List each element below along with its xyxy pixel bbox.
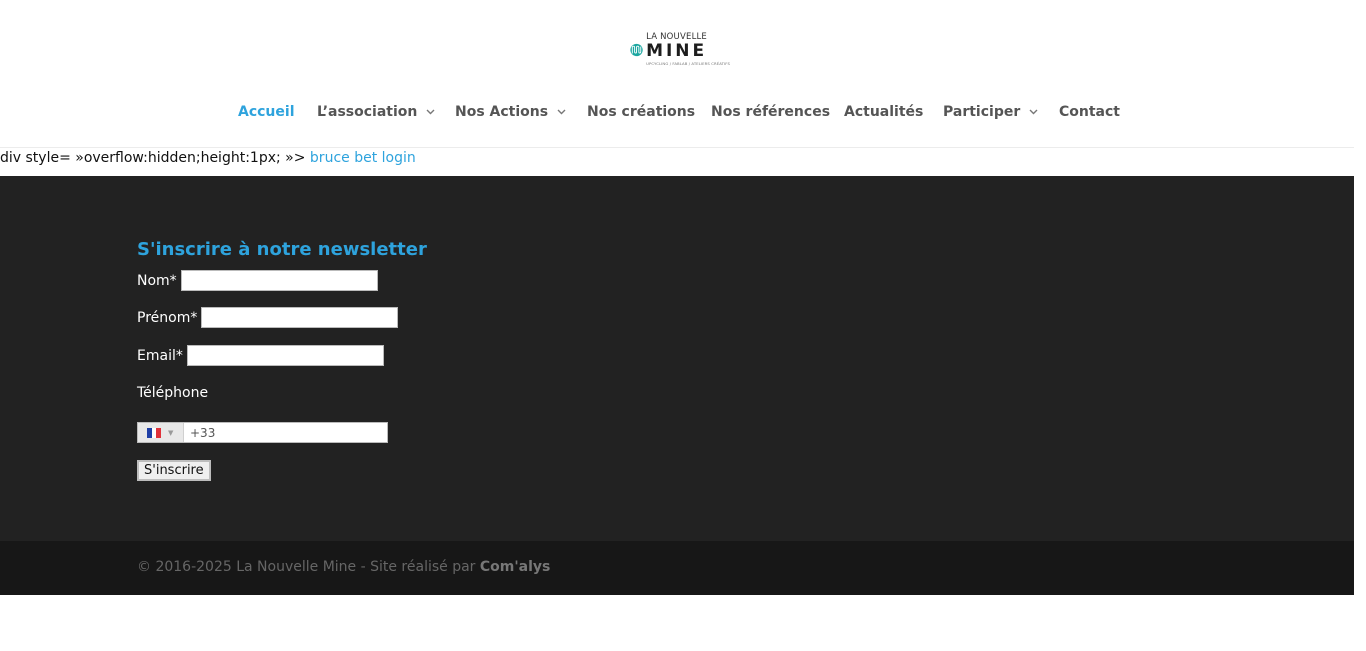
- nav-item-label: Nos créations: [587, 104, 696, 120]
- newsletter-title: S'inscrire à notre newsletter: [137, 239, 427, 260]
- copyright-text: © 2016-2025 La Nouvelle Mine - Site réal…: [137, 559, 550, 575]
- email-row: Email*: [137, 345, 384, 366]
- france-flag-icon: [147, 427, 162, 438]
- nav-item-actualites[interactable]: Actualités: [844, 100, 923, 124]
- nav-item-label: Accueil: [238, 104, 295, 120]
- injected-prefix: div style= »overflow:hidden;height:1px; …: [0, 150, 310, 166]
- prenom-row: Prénom*: [137, 307, 399, 328]
- nav-item-label: Contact: [1059, 104, 1120, 120]
- nom-label: Nom*: [137, 272, 177, 289]
- nav-item-label: Participer: [943, 104, 1021, 120]
- prenom-label: Prénom*: [137, 309, 198, 326]
- nav-item-contact[interactable]: Contact: [1059, 100, 1120, 124]
- nom-row: Nom*: [137, 270, 378, 291]
- logo-tagline: UPCYCLING / FABLAB / ATELIERS CRÉATIFS: [646, 60, 730, 66]
- nav-item-label: L’association: [317, 104, 418, 120]
- nav-item-association[interactable]: L’association: [317, 100, 435, 124]
- credit-link[interactable]: Com'alys: [480, 559, 550, 575]
- logo-wordmark: LA NOUVELLE MINE UPCYCLING / FABLAB / AT…: [646, 33, 730, 65]
- email-label: Email*: [137, 347, 183, 364]
- subscribe-button[interactable]: S'inscrire: [137, 460, 211, 481]
- prenom-field[interactable]: [201, 307, 399, 328]
- country-code-select[interactable]: ▼: [138, 423, 184, 442]
- telephone-field: ▼: [137, 422, 388, 443]
- page: LA NOUVELLE MINE UPCYCLING / FABLAB / AT…: [0, 0, 1366, 651]
- injected-link[interactable]: bruce bet login: [310, 150, 416, 166]
- telephone-label: Téléphone: [137, 385, 209, 401]
- nav-item-label: Nos références: [711, 104, 831, 120]
- caret-down-icon: ▼: [168, 428, 174, 437]
- logo-mark-icon: [630, 43, 643, 56]
- telephone-input[interactable]: [184, 423, 384, 442]
- nav-item-nos-references[interactable]: Nos références: [711, 100, 830, 124]
- main-nav: Accueil L’association Nos Actions Nos cr…: [0, 100, 1354, 124]
- site-logo[interactable]: LA NOUVELLE MINE UPCYCLING / FABLAB / AT…: [630, 27, 730, 72]
- logo-big-text: MINE: [646, 40, 708, 61]
- footer-widgets: S'inscrire à notre newsletter Nom* Préno…: [0, 176, 1354, 541]
- injected-text: div style= »overflow:hidden;height:1px; …: [0, 150, 416, 166]
- nav-item-label: Nos Actions: [455, 104, 549, 120]
- chevron-down-icon: [1029, 109, 1038, 115]
- nom-field[interactable]: [180, 270, 378, 291]
- nav-item-nos-creations[interactable]: Nos créations: [587, 100, 695, 124]
- email-field[interactable]: [186, 345, 384, 366]
- copyright-label: © 2016-2025 La Nouvelle Mine - Site réal…: [137, 559, 480, 575]
- nav-item-participer[interactable]: Participer: [943, 100, 1038, 124]
- nav-item-accueil[interactable]: Accueil: [238, 100, 295, 124]
- nav-item-label: Actualités: [844, 104, 924, 120]
- chevron-down-icon: [557, 109, 566, 115]
- chevron-down-icon: [426, 109, 435, 115]
- footer-bottom-bar: © 2016-2025 La Nouvelle Mine - Site réal…: [0, 541, 1354, 595]
- nav-item-nos-actions[interactable]: Nos Actions: [455, 100, 566, 124]
- site-header: LA NOUVELLE MINE UPCYCLING / FABLAB / AT…: [0, 0, 1354, 148]
